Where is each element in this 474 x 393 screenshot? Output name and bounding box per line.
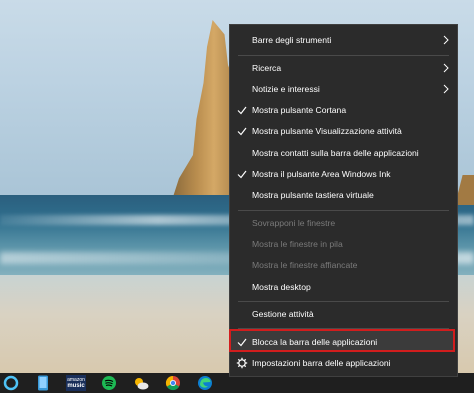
menu-item-label: Mostra pulsante tastiera virtuale bbox=[252, 190, 374, 200]
menu-item-taskbar-settings[interactable]: Impostazioni barra delle applicazioni bbox=[230, 353, 457, 374]
menu-item-label: Barre degli strumenti bbox=[252, 35, 332, 45]
edge-icon[interactable] bbox=[196, 375, 214, 391]
menu-item-cascade-windows: Sovrapponi le finestre bbox=[230, 213, 457, 234]
chevron-right-icon bbox=[443, 84, 449, 94]
highlight-box bbox=[229, 329, 455, 352]
menu-item-search[interactable]: Ricerca bbox=[230, 58, 457, 79]
menu-item-show-windows-ink-button[interactable]: Mostra il pulsante Area Windows Ink bbox=[230, 164, 457, 185]
chrome-icon[interactable] bbox=[164, 375, 182, 391]
phone-app-icon[interactable] bbox=[34, 375, 52, 391]
menu-item-show-touch-keyboard-button[interactable]: Mostra pulsante tastiera virtuale bbox=[230, 185, 457, 206]
menu-item-label: Mostra desktop bbox=[252, 282, 311, 292]
spotify-icon[interactable] bbox=[100, 375, 118, 391]
menu-item-label: Ricerca bbox=[252, 63, 282, 73]
menu-item-show-desktop[interactable]: Mostra desktop bbox=[230, 277, 457, 298]
amazon-music-icon[interactable]: amazon music bbox=[66, 375, 86, 391]
chevron-right-icon bbox=[443, 63, 449, 73]
menu-item-label: Mostra il pulsante Area Windows Ink bbox=[252, 169, 391, 179]
menu-item-show-cortana-button[interactable]: Mostra pulsante Cortana bbox=[230, 100, 457, 121]
menu-item-label: Mostra pulsante Cortana bbox=[252, 105, 347, 115]
amazon-music-text: music bbox=[67, 383, 85, 389]
menu-item-label: Sovrapponi le finestre bbox=[252, 218, 336, 228]
menu-separator bbox=[238, 210, 449, 211]
menu-item-news-and-interests[interactable]: Notizie e interessi bbox=[230, 79, 457, 100]
menu-item-label: Gestione attività bbox=[252, 309, 314, 319]
menu-item-label: Notizie e interessi bbox=[252, 84, 320, 94]
menu-item-label: Mostra contatti sulla barra delle applic… bbox=[252, 148, 419, 158]
menu-separator bbox=[238, 301, 449, 302]
taskbar-context-menu: Barre degli strumenti Ricerca Notizie e … bbox=[229, 24, 458, 377]
menu-item-show-people-on-taskbar[interactable]: Mostra contatti sulla barra delle applic… bbox=[230, 143, 457, 164]
weather-icon[interactable] bbox=[132, 375, 150, 391]
menu-item-task-manager[interactable]: Gestione attività bbox=[230, 304, 457, 325]
menu-item-side-by-side-windows: Mostra le finestre affiancate bbox=[230, 255, 457, 276]
checkmark-icon bbox=[237, 127, 247, 136]
chevron-right-icon bbox=[443, 35, 449, 45]
menu-item-toolbars[interactable]: Barre degli strumenti bbox=[230, 30, 457, 51]
menu-item-label: Mostra pulsante Visualizzazione attività bbox=[252, 126, 402, 136]
checkmark-icon bbox=[237, 170, 247, 179]
checkmark-icon bbox=[237, 106, 247, 115]
menu-separator bbox=[238, 55, 449, 56]
menu-item-label: Impostazioni barra delle applicazioni bbox=[252, 358, 391, 368]
cortana-icon[interactable] bbox=[2, 375, 20, 391]
menu-item-label: Mostra le finestre affiancate bbox=[252, 260, 358, 270]
menu-item-show-task-view-button[interactable]: Mostra pulsante Visualizzazione attività bbox=[230, 121, 457, 142]
menu-item-label: Mostra le finestre in pila bbox=[252, 239, 343, 249]
gear-icon bbox=[236, 357, 248, 369]
menu-item-stack-windows: Mostra le finestre in pila bbox=[230, 234, 457, 255]
